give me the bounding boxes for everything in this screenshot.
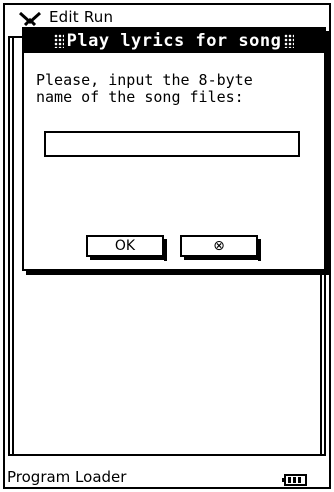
cancel-button[interactable]: ⊗ — [180, 235, 258, 257]
grip-left-icon — [53, 34, 64, 48]
cancel-icon: ⊗ — [213, 238, 225, 254]
dialog-shadow — [326, 31, 330, 275]
menu-bar: Edit Run — [5, 5, 329, 27]
app-menu-logo-icon[interactable] — [19, 12, 41, 26]
menu-items[interactable]: Edit Run — [49, 9, 113, 25]
status-text: Program Loader — [7, 468, 127, 486]
dialog-title: Play lyrics for song — [66, 31, 282, 51]
ok-button[interactable]: OK — [86, 235, 164, 257]
background-window-border-left — [12, 36, 14, 456]
dialog-title-bar[interactable]: Play lyrics for song — [24, 29, 324, 53]
grip-right-icon — [284, 34, 295, 48]
ok-button-shadow-bottom — [90, 257, 167, 260]
dialog-prompt: Please, input the 8-byte name of the son… — [36, 71, 253, 106]
song-name-input[interactable] — [44, 131, 300, 157]
cancel-button-shadow-bottom — [184, 257, 261, 260]
battery-icon[interactable] — [282, 471, 308, 486]
status-bar: Program Loader — [5, 468, 329, 487]
dialog-shadow-bottom — [26, 271, 328, 275]
ok-button-label: OK — [114, 238, 136, 254]
